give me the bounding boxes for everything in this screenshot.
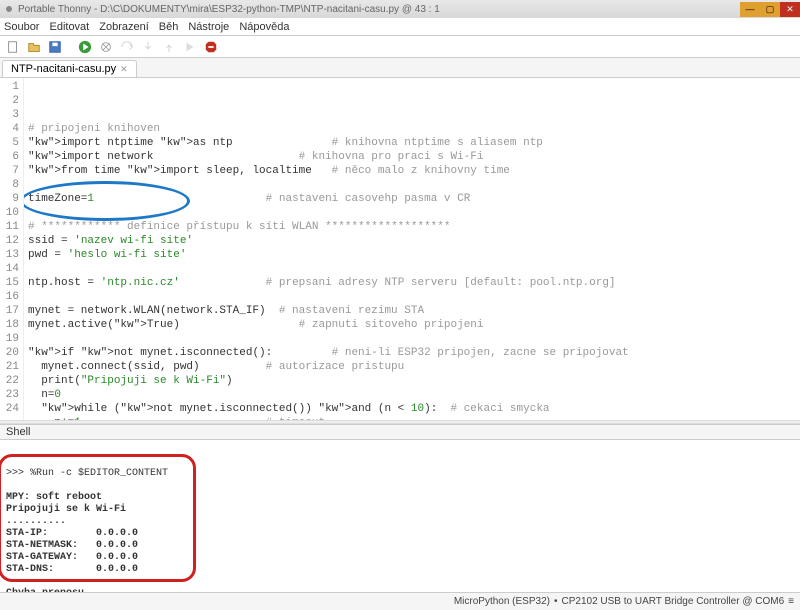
shell-panel-label[interactable]: Shell — [0, 424, 800, 440]
code-line: # pripojeni knihoven — [28, 122, 796, 136]
code-line: # ************ definice přístupu k síti … — [28, 220, 796, 234]
menu-view[interactable]: Zobrazení — [99, 21, 149, 33]
code-line: mynet.connect(ssid, pwd) # autorizace pr… — [28, 360, 796, 374]
code-line: "kw">import network # knihovna pro praci… — [28, 150, 796, 164]
shell-line: --- — [6, 576, 794, 588]
code-line: timeZone=1 # nastaveni casovehp pasma v … — [28, 192, 796, 206]
code-line: print("Pripojuji se k Wi-Fi") — [28, 374, 796, 388]
code-line: "kw">while ("kw">not mynet.isconnected()… — [28, 402, 796, 416]
new-file-button[interactable] — [4, 38, 22, 56]
shell-line: STA-IP: 0.0.0.0 — [6, 528, 794, 540]
code-line: ntp.host = 'ntp.nic.cz' # prepsani adres… — [28, 276, 796, 290]
window-title: Portable Thonny - D:\C\DOKUMENTY\mira\ES… — [18, 4, 440, 15]
code-line — [28, 206, 796, 220]
toolbar — [0, 36, 800, 58]
step-into-button[interactable] — [139, 38, 157, 56]
shell-line: STA-GATEWAY: 0.0.0.0 — [6, 552, 794, 564]
status-menu-icon[interactable]: ≡ — [788, 596, 794, 607]
debug-button[interactable] — [97, 38, 115, 56]
status-bar: MicroPython (ESP32) • CP2102 USB to UART… — [0, 592, 800, 610]
shell-output[interactable]: >>> %Run -c $EDITOR_CONTENT MPY: soft re… — [0, 440, 800, 596]
code-line: "kw">from time "kw">import sleep, localt… — [28, 164, 796, 178]
port-label[interactable]: CP2102 USB to UART Bridge Controller @ C… — [562, 596, 785, 607]
code-editor[interactable]: 123456789101112131415161718192021222324 … — [0, 78, 800, 420]
menu-bar: Soubor Editovat Zobrazení Běh Nástroje N… — [0, 18, 800, 36]
shell-prompt: >>> %Run -c $EDITOR_CONTENT — [6, 468, 794, 480]
code-line: "kw">if "kw">not mynet.isconnected(): # … — [28, 346, 796, 360]
shell-line — [6, 480, 794, 492]
interpreter-label[interactable]: MicroPython (ESP32) — [454, 596, 550, 607]
minimize-button[interactable]: — — [740, 2, 760, 17]
editor-tab[interactable]: NTP-nacitani-casu.py ✕ — [2, 60, 137, 77]
menu-tools[interactable]: Nástroje — [188, 21, 229, 33]
menu-file[interactable]: Soubor — [4, 21, 39, 33]
tab-close-icon[interactable]: ✕ — [120, 64, 128, 75]
shell-line: MPY: soft reboot — [6, 492, 794, 504]
maximize-button[interactable]: ▢ — [760, 2, 780, 17]
code-line: n=0 — [28, 388, 796, 402]
code-line — [28, 290, 796, 304]
code-line — [28, 178, 796, 192]
title-bar: Portable Thonny - D:\C\DOKUMENTY\mira\ES… — [0, 0, 800, 18]
code-line: pwd = 'heslo wi-fi site' — [28, 248, 796, 262]
code-line — [28, 262, 796, 276]
step-out-button[interactable] — [160, 38, 178, 56]
shell-line: STA-DNS: 0.0.0.0 — [6, 564, 794, 576]
code-line — [28, 332, 796, 346]
stop-button[interactable] — [202, 38, 220, 56]
code-line: mynet = network.WLAN(network.STA_IF) # n… — [28, 304, 796, 318]
tab-label: NTP-nacitani-casu.py — [11, 63, 116, 75]
menu-edit[interactable]: Editovat — [49, 21, 89, 33]
step-over-button[interactable] — [118, 38, 136, 56]
code-area[interactable]: # pripojeni knihoven"kw">import ntptime … — [24, 78, 800, 420]
open-file-button[interactable] — [25, 38, 43, 56]
code-line: ssid = 'nazev wi-fi site' — [28, 234, 796, 248]
code-line: "kw">import ntptime "kw">as ntp # knihov… — [28, 136, 796, 150]
menu-run[interactable]: Běh — [159, 21, 179, 33]
save-button[interactable] — [46, 38, 64, 56]
shell-line: Pripojuji se k Wi-Fi — [6, 504, 794, 516]
code-line: n+=1 # timeout — [28, 416, 796, 420]
app-icon — [4, 4, 14, 14]
shell-line: .......... — [6, 516, 794, 528]
close-button[interactable]: ✕ — [780, 2, 800, 17]
menu-help[interactable]: Nápověda — [239, 21, 289, 33]
resume-button[interactable] — [181, 38, 199, 56]
shell-line: STA-NETMASK: 0.0.0.0 — [6, 540, 794, 552]
run-button[interactable] — [76, 38, 94, 56]
line-gutter: 123456789101112131415161718192021222324 — [0, 78, 24, 420]
code-line: mynet.active("kw">True) # zapnuti sitove… — [28, 318, 796, 332]
editor-tab-bar: NTP-nacitani-casu.py ✕ — [0, 58, 800, 78]
